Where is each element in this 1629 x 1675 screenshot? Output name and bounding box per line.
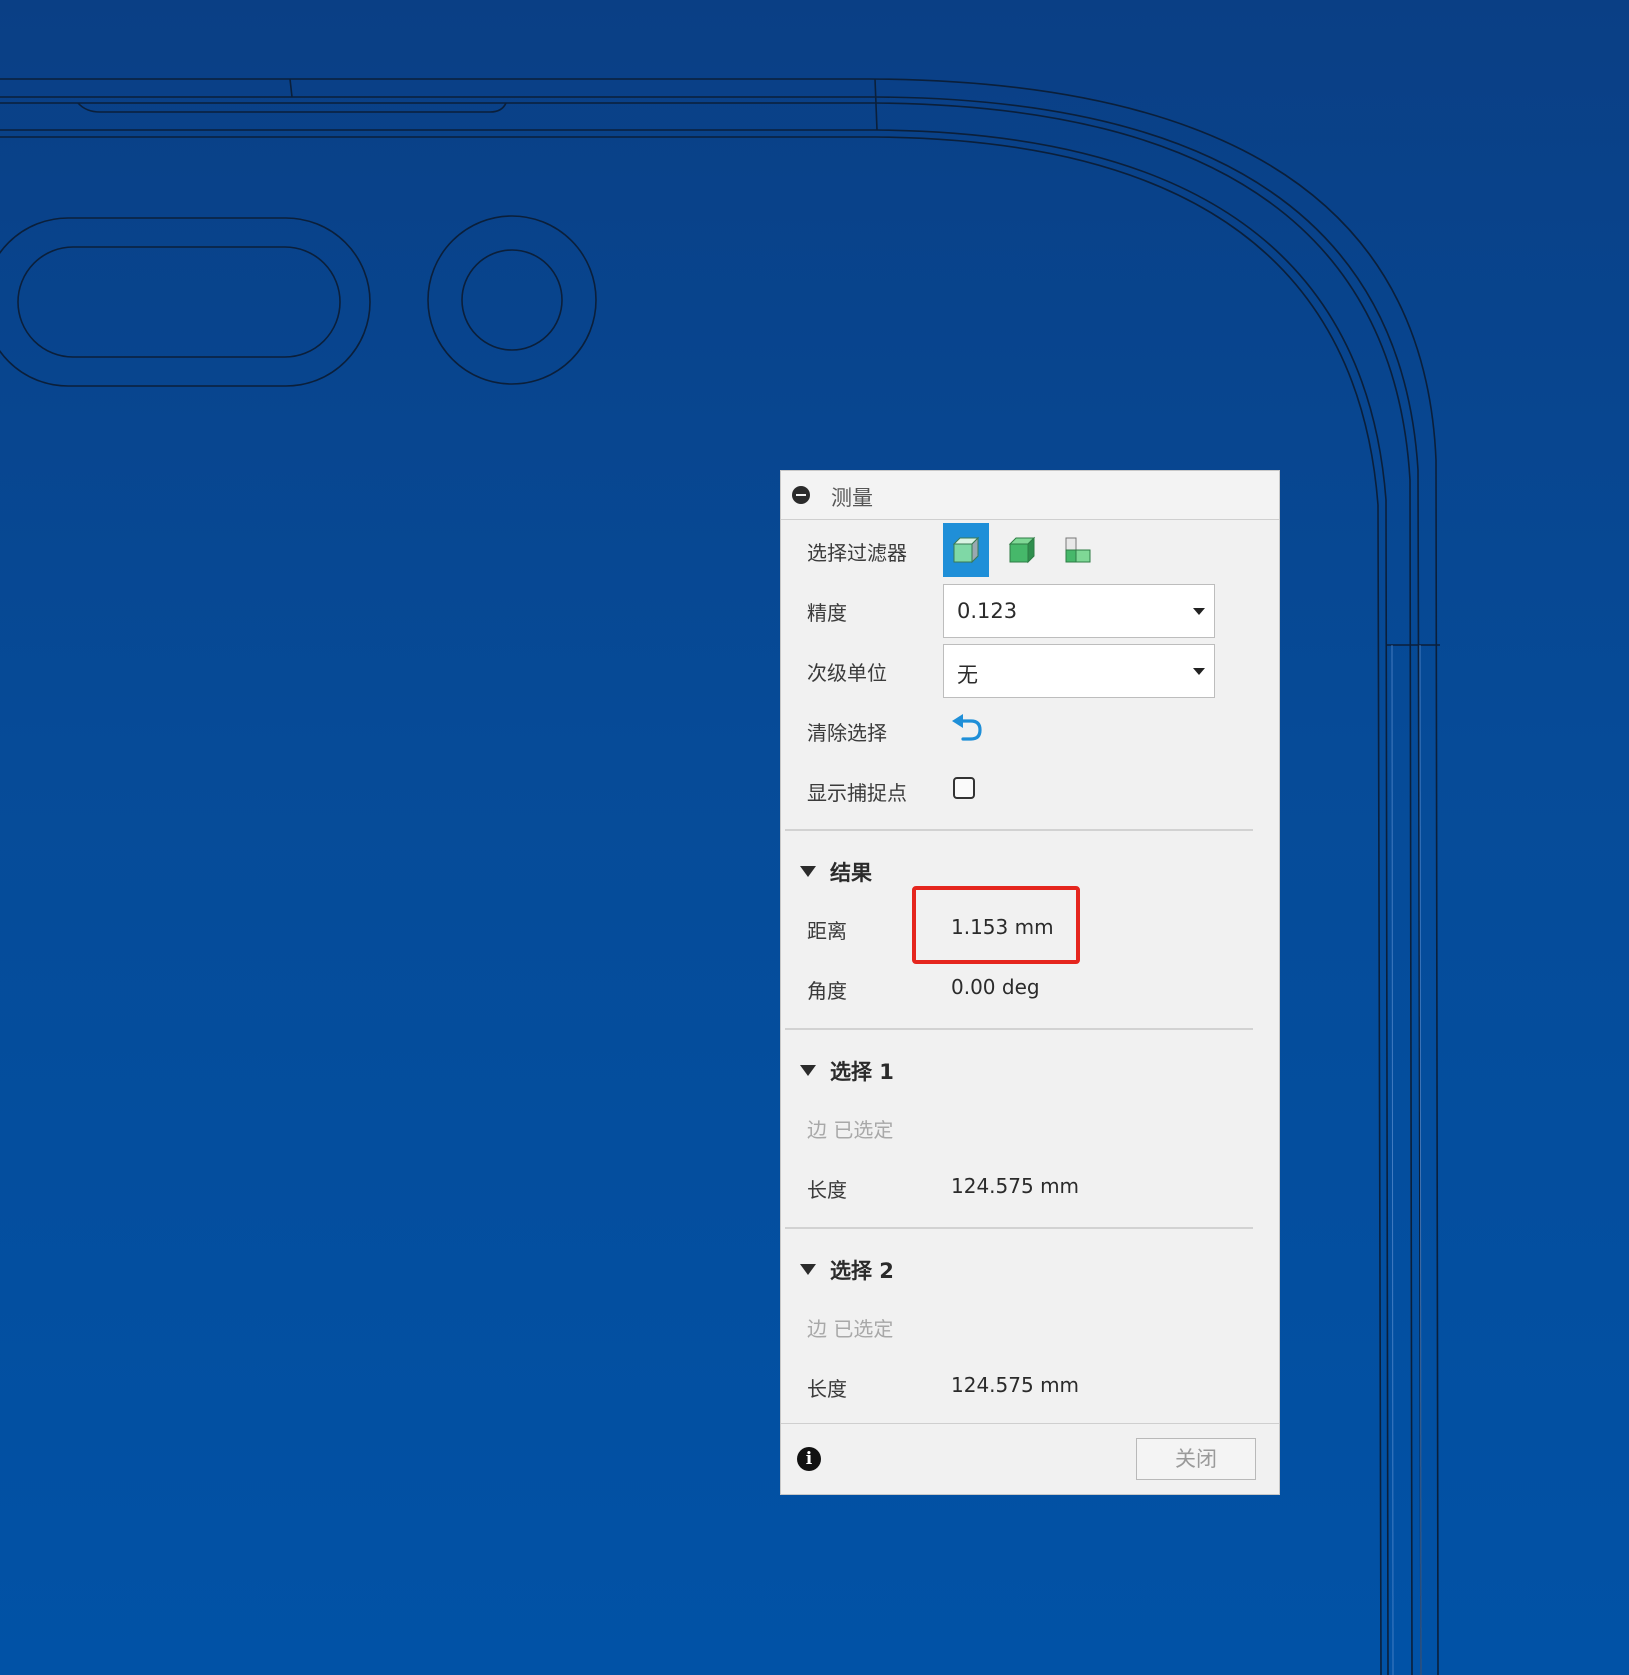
selection1-length-label: 长度: [807, 1178, 847, 1202]
selection2-length-value: 124.575 mm: [951, 1373, 1080, 1397]
dialog-header: 测量: [781, 471, 1279, 520]
caret-down-icon: [1193, 668, 1205, 675]
expand-triangle-icon: [800, 1264, 816, 1275]
selection2-length-label: 长度: [807, 1377, 847, 1401]
selection2-title: 选择 2: [830, 1259, 894, 1283]
divider: [785, 1028, 1253, 1030]
angle-value: 0.00 deg: [951, 975, 1040, 999]
selection1-length-value: 124.575 mm: [951, 1174, 1080, 1198]
edge-vertex-filter-icon: [1065, 537, 1091, 563]
divider: [785, 829, 1253, 831]
precision-label: 精度: [807, 601, 847, 625]
secondary-units-label: 次级单位: [807, 661, 887, 685]
angle-label: 角度: [807, 979, 847, 1003]
undo-arrow-icon: [952, 714, 982, 741]
results-title: 结果: [830, 861, 872, 885]
dialog-title: 测量: [831, 486, 873, 510]
collapse-icon[interactable]: [792, 486, 810, 504]
divider: [785, 1227, 1253, 1229]
model-viewport[interactable]: 测量 选择过滤器 精度 0.123 次级单位 无 清除选择 显示捕捉点 结果 距…: [0, 0, 1629, 1675]
body-filter-button[interactable]: [943, 523, 989, 577]
secondary-units-value: 无: [957, 663, 978, 687]
selection-filter-label: 选择过滤器: [807, 541, 907, 565]
selection1-section-header[interactable]: 选择 1: [800, 1056, 1100, 1086]
show-snap-points-label: 显示捕捉点: [807, 781, 907, 805]
show-snap-points-checkbox[interactable]: [953, 777, 975, 799]
edge-vertex-filter-button[interactable]: [1055, 523, 1101, 577]
info-icon[interactable]: i: [797, 1447, 821, 1471]
selection1-title: 选择 1: [830, 1060, 894, 1084]
results-section-header[interactable]: 结果: [800, 857, 1100, 887]
selection1-selected-text: 边 已选定: [807, 1118, 894, 1142]
precision-dropdown[interactable]: 0.123: [943, 584, 1215, 638]
precision-value: 0.123: [957, 599, 1018, 623]
selection2-selected-text: 边 已选定: [807, 1317, 894, 1341]
secondary-units-dropdown[interactable]: 无: [943, 644, 1215, 698]
expand-triangle-icon: [800, 866, 816, 877]
distance-label: 距离: [807, 919, 847, 943]
caret-down-icon: [1193, 608, 1205, 615]
body-filter-icon: [952, 536, 980, 564]
face-filter-button[interactable]: [999, 523, 1045, 577]
measure-dialog: 测量 选择过滤器 精度 0.123 次级单位 无 清除选择 显示捕捉点 结果 距…: [780, 470, 1280, 1495]
face-filter-icon: [1008, 536, 1036, 564]
footer-divider: [781, 1423, 1279, 1424]
distance-highlight-box: [912, 886, 1080, 964]
close-button[interactable]: 关闭: [1136, 1438, 1256, 1480]
expand-triangle-icon: [800, 1065, 816, 1076]
clear-selection-label: 清除选择: [807, 721, 887, 745]
clear-selection-button[interactable]: [949, 713, 985, 745]
selection2-section-header[interactable]: 选择 2: [800, 1255, 1100, 1285]
